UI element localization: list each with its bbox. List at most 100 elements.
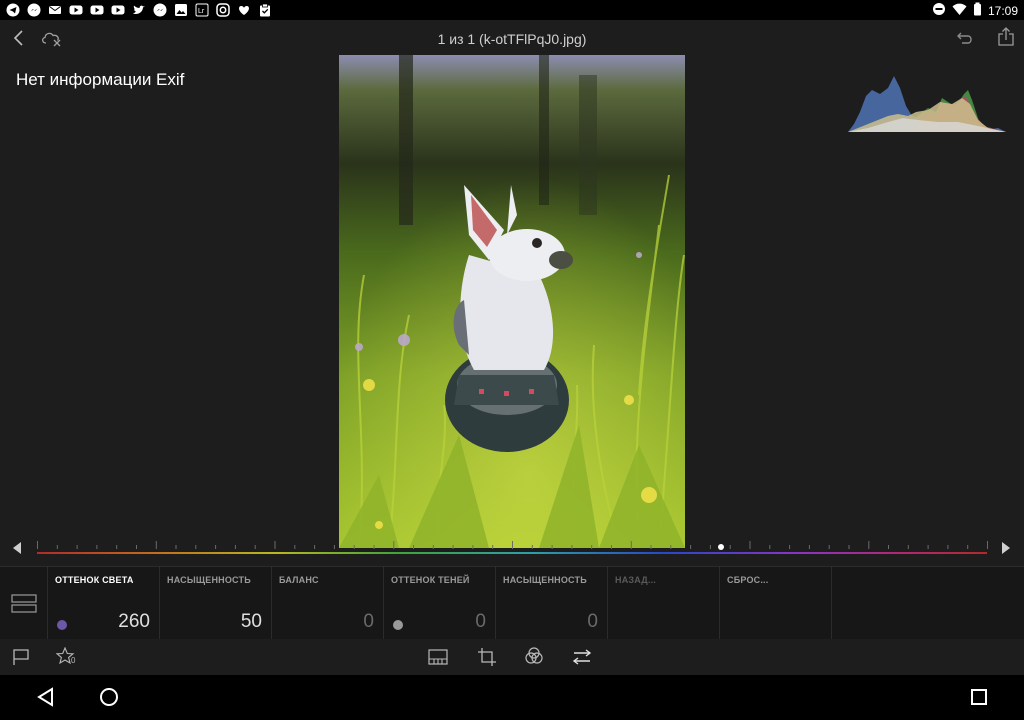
android-nav-bar bbox=[0, 675, 1024, 720]
notification-icons: Lr bbox=[6, 3, 272, 17]
crop-button[interactable] bbox=[477, 647, 497, 667]
color-mix-button[interactable] bbox=[524, 646, 544, 666]
slider-tick bbox=[630, 541, 632, 549]
telegram-icon bbox=[6, 3, 20, 17]
slider-tick bbox=[353, 545, 355, 549]
clipboard-icon bbox=[258, 3, 272, 17]
hue-slider[interactable] bbox=[0, 536, 1024, 564]
slider-tick bbox=[907, 545, 909, 549]
slider-tick bbox=[987, 541, 988, 549]
battery-icon bbox=[973, 2, 982, 19]
messenger-icon bbox=[27, 3, 41, 17]
param-label: БАЛАНС bbox=[279, 575, 319, 585]
share-button[interactable] bbox=[996, 26, 1016, 48]
slider-tick bbox=[927, 545, 929, 549]
slider-tick bbox=[571, 545, 573, 549]
slider-tick bbox=[947, 545, 949, 549]
slider-tick bbox=[848, 545, 850, 549]
hue-color-dot bbox=[57, 620, 67, 630]
slider-tick bbox=[234, 545, 236, 549]
color-params-panel: ОТТЕНОК СВЕТА 260 НАСЫЩЕННОСТЬ 50 БАЛАНС… bbox=[0, 566, 1024, 639]
param-label: ОТТЕНОК СВЕТА bbox=[55, 575, 134, 585]
slider-left-arrow[interactable] bbox=[13, 542, 21, 554]
lightroom-icon: Lr bbox=[195, 3, 209, 17]
param-value: 50 bbox=[240, 611, 262, 632]
do-not-disturb-icon bbox=[932, 2, 946, 19]
gmail-icon bbox=[48, 3, 62, 17]
reset-option[interactable]: СБРОС... bbox=[719, 567, 832, 639]
panel-toggle[interactable] bbox=[0, 567, 48, 639]
param-balance[interactable]: БАЛАНС 0 bbox=[271, 567, 384, 639]
histogram bbox=[848, 68, 1006, 134]
adjustments-button[interactable] bbox=[572, 647, 592, 667]
slider-tick bbox=[611, 545, 612, 549]
youtube-icon bbox=[111, 3, 125, 17]
slider-tick bbox=[254, 545, 256, 549]
top-bar: 1 из 1 (k-otTFlPqJ0.jpg) bbox=[0, 20, 1024, 56]
rating-button[interactable]: 0 bbox=[56, 647, 82, 667]
shadow-color-dot bbox=[393, 620, 403, 630]
photos-icon bbox=[174, 3, 188, 17]
param-value: 0 bbox=[587, 611, 598, 632]
undo-button[interactable] bbox=[956, 28, 976, 48]
param-label: СБРОС... bbox=[727, 575, 769, 585]
slider-tick bbox=[393, 541, 395, 549]
heart-icon bbox=[237, 3, 251, 17]
param-highlight-hue[interactable]: ОТТЕНОК СВЕТА 260 bbox=[47, 567, 160, 639]
slider-tick bbox=[808, 545, 810, 549]
clock-text: 17:09 bbox=[987, 3, 1018, 18]
status-bar: Lr 17:09 bbox=[0, 0, 1024, 20]
slider-tick bbox=[828, 545, 830, 549]
slider-tick bbox=[709, 545, 711, 549]
param-highlight-saturation[interactable]: НАСЫЩЕННОСТЬ 50 bbox=[159, 567, 272, 639]
slider-tick bbox=[413, 545, 414, 549]
param-label: НАСЫЩЕННОСТЬ bbox=[503, 575, 587, 585]
slider-tick bbox=[789, 545, 791, 549]
slider-tick bbox=[492, 545, 494, 549]
svg-text:Lr: Lr bbox=[198, 8, 205, 15]
slider-tick bbox=[37, 541, 38, 549]
flag-button[interactable] bbox=[12, 648, 30, 666]
slider-tick bbox=[96, 545, 98, 549]
slider-tick bbox=[333, 545, 335, 549]
slider-ticks bbox=[37, 541, 988, 549]
slider-tick bbox=[868, 541, 870, 549]
slider-tick bbox=[749, 541, 751, 549]
hue-slider-thumb[interactable] bbox=[718, 544, 724, 550]
slider-tick bbox=[452, 545, 454, 549]
slider-tick bbox=[690, 545, 692, 549]
slider-right-arrow[interactable] bbox=[1002, 542, 1010, 554]
slider-tick bbox=[670, 545, 672, 549]
nav-home-button[interactable] bbox=[99, 687, 119, 707]
nav-back-button[interactable] bbox=[36, 687, 56, 707]
param-value: 0 bbox=[475, 611, 486, 632]
slider-tick bbox=[769, 545, 771, 549]
panel-layout-icon[interactable] bbox=[11, 594, 37, 614]
slider-tick bbox=[116, 545, 118, 549]
slider-tick bbox=[967, 545, 969, 549]
slider-tick bbox=[650, 545, 652, 549]
wifi-icon bbox=[952, 2, 967, 19]
nav-recents-button[interactable] bbox=[970, 688, 988, 706]
hue-track bbox=[37, 552, 987, 554]
instagram-icon bbox=[216, 3, 230, 17]
photo-title: 1 из 1 (k-otTFlPqJ0.jpg) bbox=[437, 31, 587, 47]
slider-tick bbox=[155, 541, 157, 549]
param-label: ОТТЕНОК ТЕНЕЙ bbox=[391, 575, 470, 585]
param-shadow-saturation[interactable]: НАСЫЩЕННОСТЬ 0 bbox=[495, 567, 608, 639]
slider-tick bbox=[314, 545, 316, 549]
param-shadow-hue[interactable]: ОТТЕНОК ТЕНЕЙ 0 bbox=[383, 567, 496, 639]
back-option[interactable]: НАЗАД... bbox=[607, 567, 720, 639]
slider-tick bbox=[373, 545, 375, 549]
twitter-icon bbox=[132, 3, 146, 17]
slider-tick bbox=[531, 545, 533, 549]
slider-tick bbox=[215, 545, 217, 549]
slider-tick bbox=[432, 545, 434, 549]
slider-tick bbox=[175, 545, 177, 549]
photo-preview[interactable] bbox=[339, 55, 685, 548]
slider-tick bbox=[195, 545, 197, 549]
filmstrip-button[interactable] bbox=[428, 648, 448, 666]
param-value: 0 bbox=[363, 611, 374, 632]
slider-tick bbox=[888, 545, 889, 549]
param-label: НАЗАД... bbox=[615, 575, 656, 585]
